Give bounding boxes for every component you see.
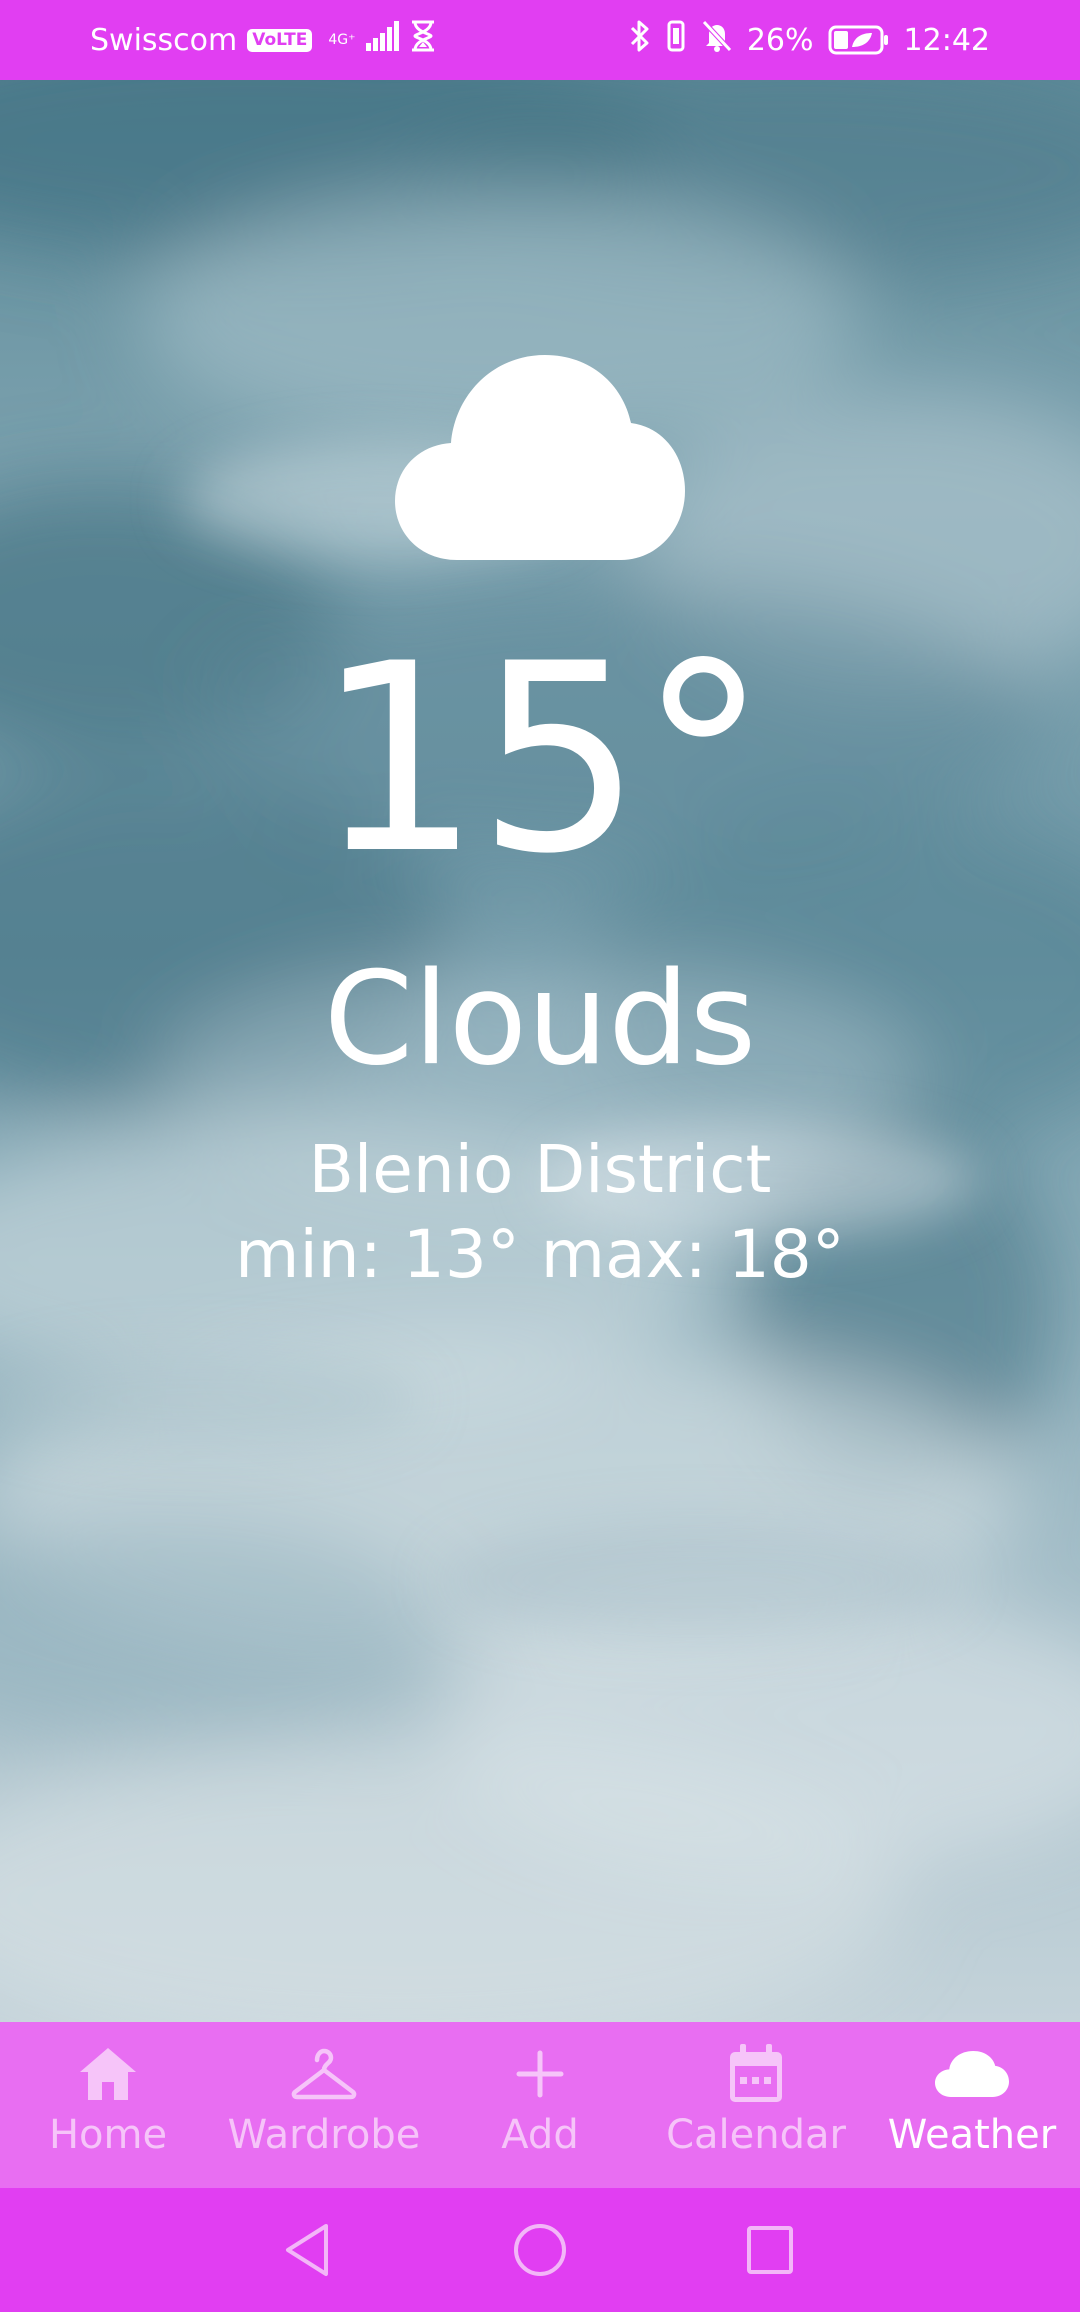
temperature: 15°	[315, 609, 769, 911]
status-right: 26% 12:42	[629, 0, 990, 80]
nav-label-calendar: Calendar	[666, 2112, 846, 2158]
status-left: Swisscom VoLTE 4G⁺	[90, 0, 436, 80]
battery-percent: 26%	[746, 22, 814, 58]
network-indicator: 4G⁺	[328, 33, 355, 47]
carrier-name: Swisscom	[90, 22, 238, 58]
plus-icon	[515, 2044, 565, 2104]
status-bar: Swisscom VoLTE 4G⁺ 26% 12:42	[0, 0, 1080, 80]
nav-label-weather: Weather	[887, 2112, 1057, 2158]
home-circle-icon[interactable]	[512, 2220, 568, 2284]
nav-item-wardrobe[interactable]: Wardrobe	[216, 2022, 432, 2188]
home-icon	[78, 2044, 138, 2104]
nav-item-add[interactable]: Add	[432, 2022, 648, 2188]
bottom-navigation: Home Wardrobe Add Calendar Weather	[0, 2022, 1080, 2188]
silent-bell-icon	[701, 19, 733, 61]
vibrate-icon	[665, 19, 687, 61]
location-name: Blenio District	[308, 1131, 772, 1208]
clock: 12:42	[903, 22, 990, 58]
nav-item-calendar[interactable]: Calendar	[648, 2022, 864, 2188]
hanger-icon	[291, 2044, 357, 2104]
min-max-temperature: min: 13° max: 18°	[235, 1216, 845, 1293]
weather-condition: Clouds	[323, 945, 757, 1094]
network-type: 4G⁺	[328, 32, 356, 48]
weather-background: 15° Clouds Blenio District min: 13° max:…	[0, 80, 1080, 2022]
nav-item-weather[interactable]: Weather	[864, 2022, 1080, 2188]
nav-label-home: Home	[48, 2112, 168, 2158]
nav-label-add: Add	[501, 2112, 579, 2158]
back-icon[interactable]	[282, 2220, 332, 2284]
calendar-icon	[728, 2044, 784, 2104]
volte-badge: VoLTE	[247, 28, 313, 52]
battery-icon	[828, 25, 890, 55]
system-navigation-bar	[0, 2188, 1080, 2312]
bluetooth-icon	[629, 19, 651, 61]
hourglass-icon	[410, 20, 436, 60]
nav-item-home[interactable]: Home	[0, 2022, 216, 2188]
cloud-icon	[935, 2044, 1009, 2104]
signal-icon	[365, 21, 400, 59]
cloud-icon	[395, 355, 685, 564]
nav-label-wardrobe: Wardrobe	[227, 2112, 421, 2158]
recents-icon[interactable]	[745, 2220, 795, 2284]
